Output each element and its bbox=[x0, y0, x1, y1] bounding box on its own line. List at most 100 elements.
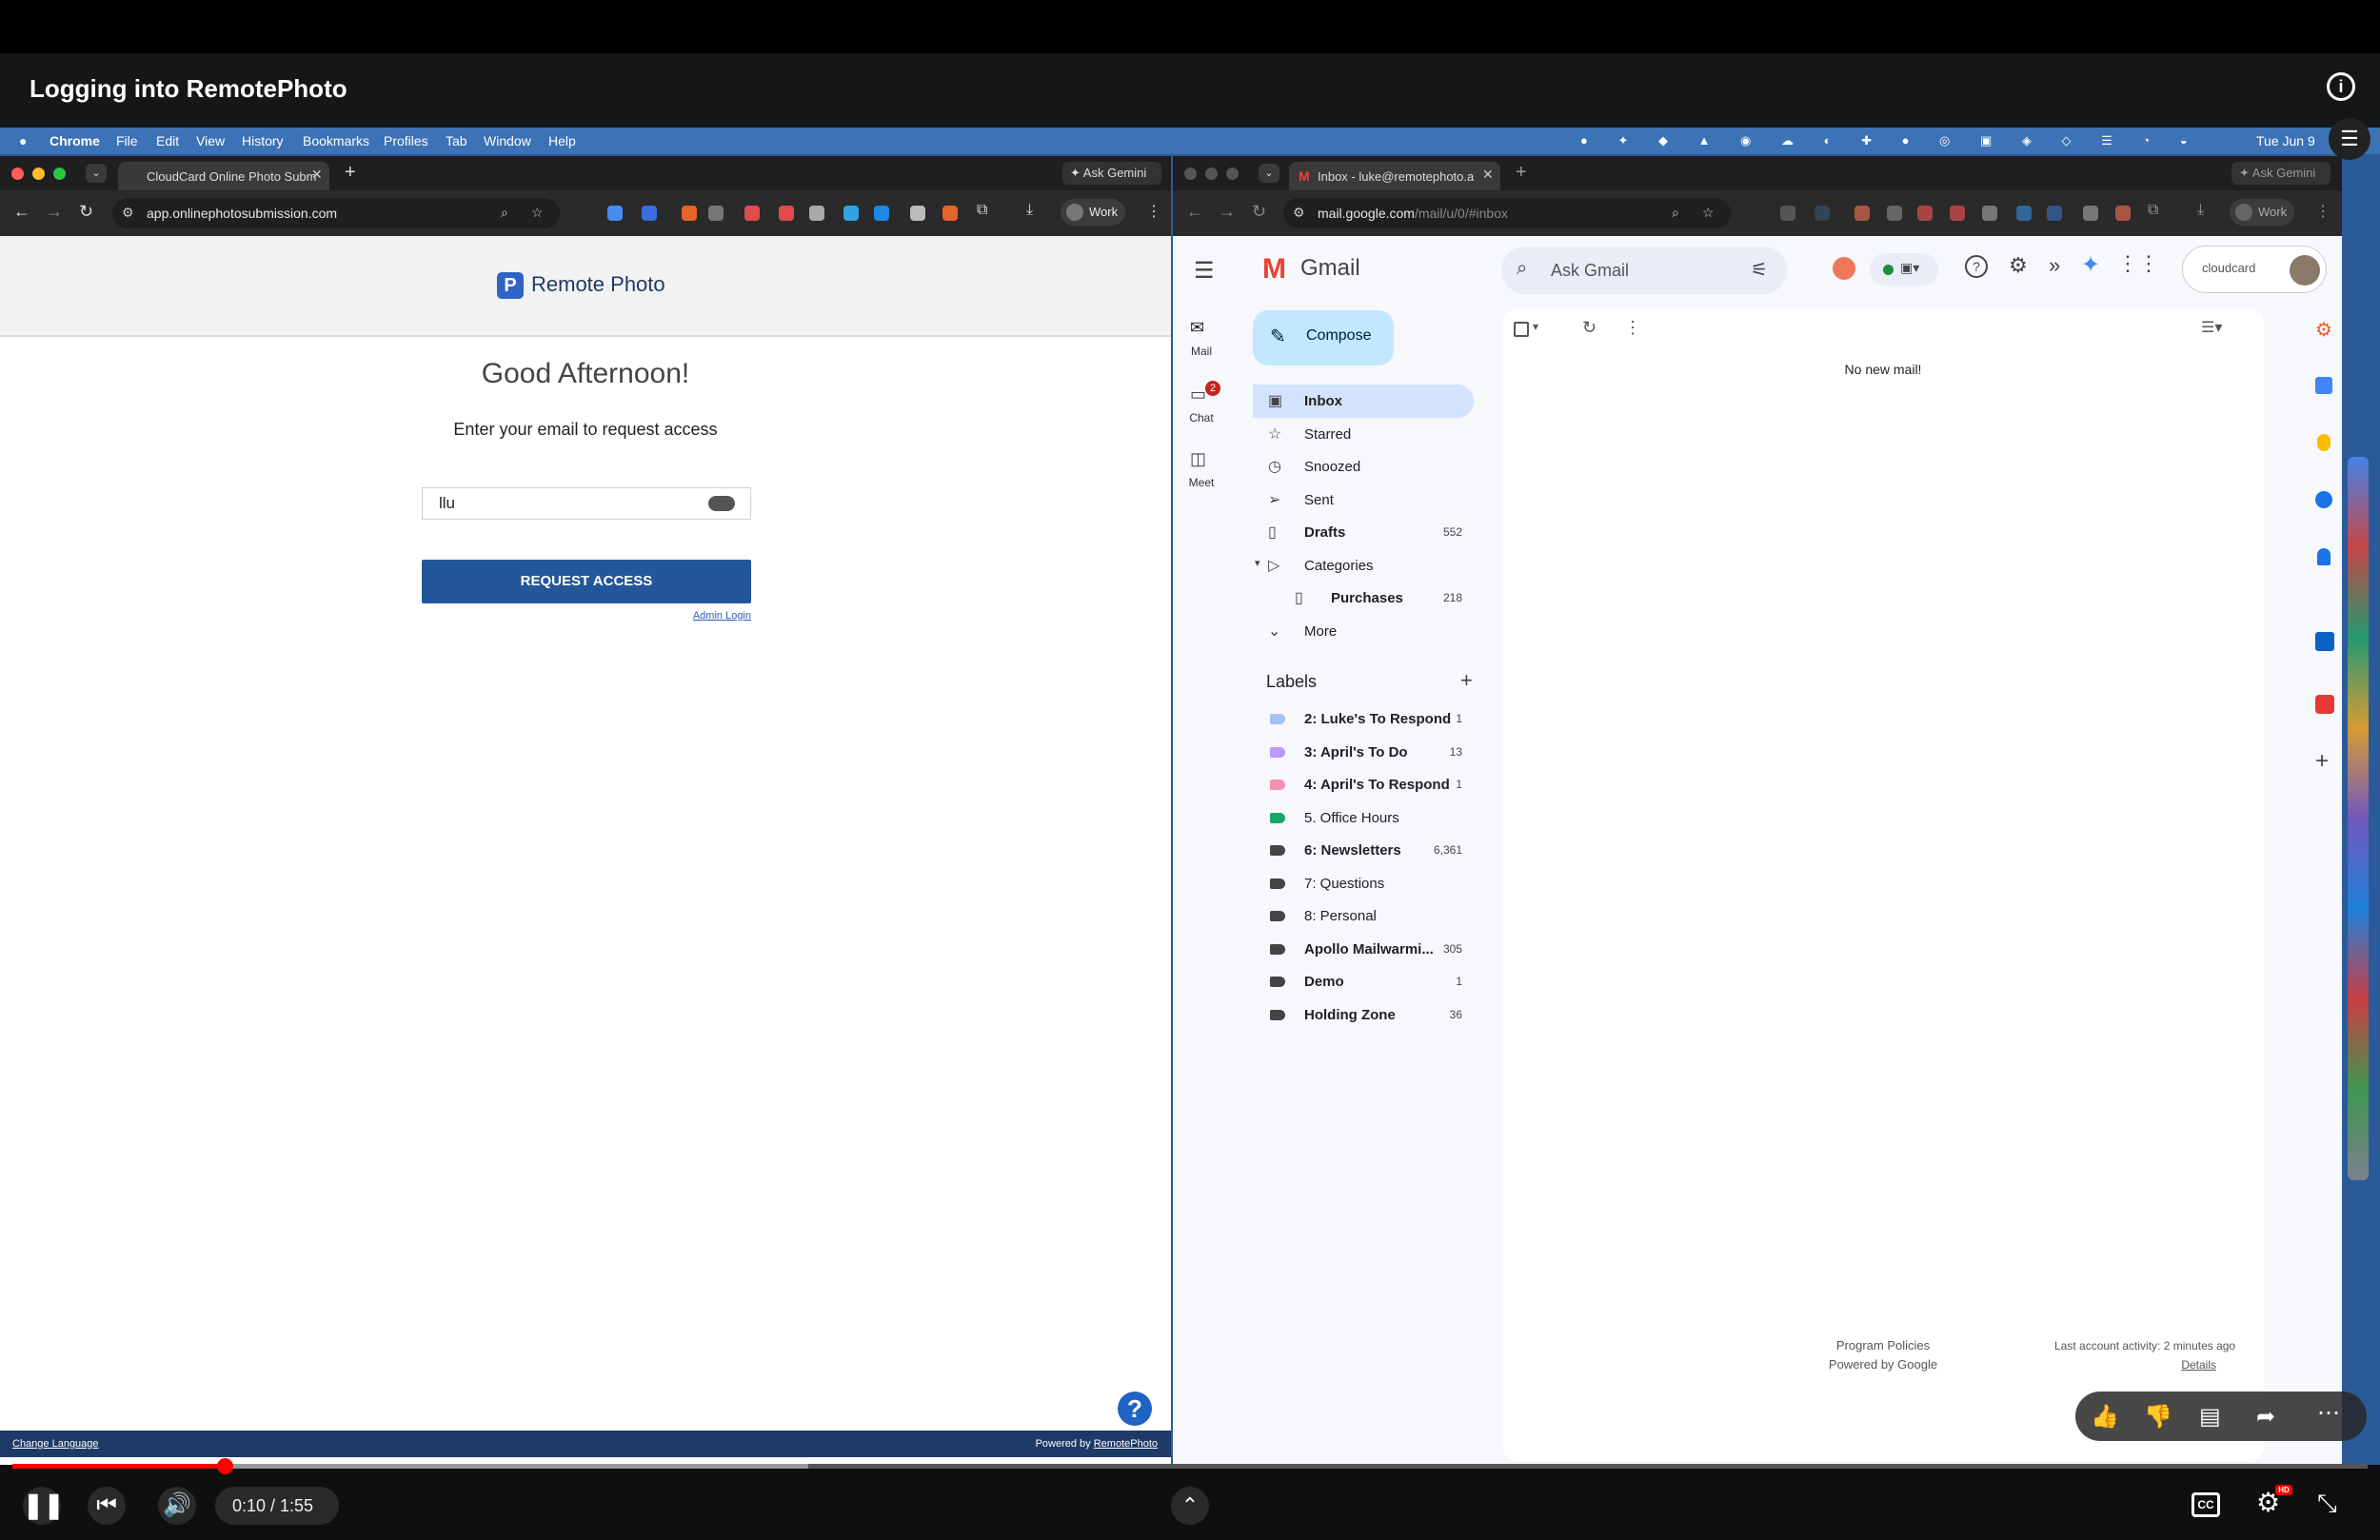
gemini-icon[interactable]: ✦ bbox=[2081, 251, 2100, 279]
nav-item-snoozed[interactable]: ◷ Snoozed bbox=[1253, 450, 1474, 484]
scrubber-handle[interactable] bbox=[217, 1458, 233, 1474]
right-chrome-menu-icon[interactable]: ⋮ bbox=[2315, 202, 2330, 221]
rail-chat-icon[interactable]: ▭ bbox=[1190, 385, 1206, 405]
download-icon[interactable]: ⤓ bbox=[1026, 202, 1033, 219]
right-ask-gemini-button[interactable]: ✦ Ask Gemini bbox=[2231, 162, 2330, 185]
extensions-puzzle-icon[interactable]: ⧉ bbox=[977, 202, 987, 219]
reload-icon[interactable]: ↻ bbox=[79, 202, 93, 222]
nav-item-purchases[interactable]: ▯ Purchases 218 bbox=[1253, 582, 1474, 615]
contacts-icon[interactable] bbox=[2317, 548, 2330, 565]
right-extension-icon-3[interactable] bbox=[1854, 206, 1870, 221]
trello-icon[interactable] bbox=[2315, 632, 2334, 651]
menu-help[interactable]: Help bbox=[548, 133, 576, 148]
powered-by-link[interactable]: RemotePhoto bbox=[1094, 1438, 1158, 1450]
ask-gemini-button[interactable]: ✦ Ask Gemini bbox=[1062, 162, 1161, 185]
extension-icon-3[interactable] bbox=[682, 206, 697, 221]
more-options-icon[interactable]: ⋯ bbox=[2317, 1399, 2340, 1427]
hubspot-icon[interactable]: ⚙ bbox=[2315, 318, 2334, 341]
label-item[interactable]: 7: Questions bbox=[1253, 867, 1474, 900]
email-input[interactable]: llu bbox=[422, 487, 751, 520]
like-icon[interactable]: 👍 bbox=[2091, 1403, 2119, 1431]
extension-icon-9[interactable] bbox=[874, 206, 889, 221]
right-extensions-puzzle-icon[interactable]: ⧉ bbox=[2148, 202, 2158, 219]
search-options-icon[interactable]: ⚟ bbox=[1751, 258, 1768, 282]
account-avatar[interactable] bbox=[2290, 255, 2320, 286]
right-extension-icon-9[interactable] bbox=[2047, 206, 2062, 221]
right-address-bar[interactable]: ⚙ mail.google.com/mail/u/0/#inbox ⌕ ☆ bbox=[1283, 198, 1731, 228]
right-close-tab-icon[interactable]: ✕ bbox=[1482, 167, 1494, 183]
right-site-info-icon[interactable]: ⚙ bbox=[1293, 205, 1305, 221]
right-extension-icon-6[interactable] bbox=[1950, 206, 1965, 221]
site-info-icon[interactable]: ⚙ bbox=[122, 205, 134, 221]
left-address-bar[interactable]: ⚙ app.onlinephotosubmission.com ☆ ⌕ bbox=[112, 198, 560, 228]
right-download-icon[interactable]: ⤓ bbox=[2197, 202, 2204, 219]
label-item[interactable]: Demo 1 bbox=[1253, 965, 1474, 998]
pause-icon[interactable]: ❚❚ bbox=[23, 1487, 65, 1525]
select-all-checkbox[interactable] bbox=[1514, 322, 1529, 337]
compose-button[interactable]: ✎ Compose bbox=[1253, 310, 1394, 365]
zoom-icon[interactable]: ⌕ bbox=[501, 205, 508, 221]
zoom-window-button[interactable] bbox=[53, 168, 66, 180]
menu-view[interactable]: View bbox=[196, 133, 225, 148]
close-tab-icon[interactable]: ✕ bbox=[311, 167, 323, 183]
search-icon[interactable]: ⌕ bbox=[1517, 258, 1527, 280]
label-item[interactable]: 5. Office Hours bbox=[1253, 801, 1474, 835]
captions-icon[interactable]: CC bbox=[2192, 1492, 2220, 1517]
gmail-search-bar[interactable]: ⌕ Ask Gmail ⚟ bbox=[1501, 247, 1787, 294]
right-zoom-icon[interactable]: ⌕ bbox=[1672, 205, 1679, 221]
categories-expand-icon[interactable]: ▾ bbox=[1255, 557, 1260, 569]
extension-icon-5[interactable] bbox=[744, 206, 760, 221]
playlist-icon[interactable]: ☰ bbox=[2329, 118, 2370, 160]
menu-edit[interactable]: Edit bbox=[156, 133, 179, 148]
refresh-icon[interactable]: ↻ bbox=[1582, 318, 1597, 338]
comments-icon[interactable]: ▤ bbox=[2199, 1403, 2221, 1431]
label-item[interactable]: 8: Personal bbox=[1253, 899, 1474, 933]
right-tab-search-icon[interactable]: ⌄ bbox=[1259, 164, 1279, 183]
minimize-window-button[interactable] bbox=[32, 168, 45, 180]
info-icon[interactable]: i bbox=[2327, 72, 2355, 101]
density-toggle-icon[interactable]: ☰▾ bbox=[2201, 318, 2222, 337]
get-addons-icon[interactable]: + bbox=[2315, 748, 2329, 775]
extension-icon-1[interactable] bbox=[607, 206, 623, 221]
dislike-icon[interactable]: 👎 bbox=[2144, 1403, 2172, 1431]
right-profile-chip[interactable]: Work bbox=[2230, 199, 2294, 226]
right-reload-icon[interactable]: ↻ bbox=[1252, 202, 1266, 222]
right-extension-icon-5[interactable] bbox=[1917, 206, 1933, 221]
right-forward-icon[interactable]: → bbox=[1219, 202, 1236, 222]
account-chip[interactable]: cloudcard bbox=[2182, 246, 2327, 293]
more-actions-icon[interactable]: ⋮ bbox=[1624, 318, 1641, 338]
calendar-icon[interactable] bbox=[2315, 377, 2332, 394]
menu-history[interactable]: History bbox=[242, 133, 284, 148]
extension-arrows-icon[interactable]: » bbox=[2049, 253, 2060, 278]
nav-item-starred[interactable]: ☆ Starred bbox=[1253, 418, 1474, 451]
addon-red-icon[interactable] bbox=[2315, 695, 2334, 714]
new-tab-icon[interactable]: + bbox=[345, 162, 356, 184]
rail-meet-icon[interactable]: ◫ bbox=[1190, 449, 1206, 469]
bookmark-star-icon[interactable]: ☆ bbox=[531, 205, 544, 221]
menu-bookmarks[interactable]: Bookmarks bbox=[303, 133, 369, 148]
apps-grid-icon[interactable]: ⋮⋮ bbox=[2117, 251, 2159, 276]
rail-mail-icon[interactable]: ✉ bbox=[1190, 318, 1204, 338]
right-extension-icon-10[interactable] bbox=[2083, 206, 2098, 221]
help-icon[interactable]: ? bbox=[1118, 1392, 1152, 1426]
extension-icon-4[interactable] bbox=[708, 206, 724, 221]
close-window-button-inactive[interactable] bbox=[1184, 168, 1197, 180]
profile-chip[interactable]: Work bbox=[1061, 199, 1125, 226]
main-menu-icon[interactable]: ☰ bbox=[1194, 257, 1215, 285]
nav-item-sent[interactable]: ➢ Sent bbox=[1253, 484, 1474, 517]
share-icon[interactable]: ➦ bbox=[2256, 1403, 2275, 1431]
right-active-tab[interactable]: M Inbox - luke@remotephoto.a bbox=[1289, 162, 1500, 190]
support-icon[interactable]: ? bbox=[1965, 255, 1988, 278]
previous-icon[interactable]: ⏮ bbox=[88, 1487, 126, 1525]
left-active-tab[interactable]: CloudCard Online Photo Subm bbox=[118, 162, 329, 190]
forward-icon[interactable]: → bbox=[46, 202, 63, 222]
tab-search-icon[interactable]: ⌄ bbox=[86, 164, 107, 183]
gmail-logo-icon[interactable]: M bbox=[1262, 253, 1286, 286]
keep-icon[interactable] bbox=[2317, 434, 2330, 451]
right-extension-icon-4[interactable] bbox=[1887, 206, 1902, 221]
activity-details-link[interactable]: Details bbox=[2054, 1355, 2254, 1374]
right-extension-icon-1[interactable] bbox=[1780, 206, 1795, 221]
right-extension-icon-7[interactable] bbox=[1982, 206, 1997, 221]
right-back-icon[interactable]: ← bbox=[1186, 202, 1203, 222]
dock-app-icons[interactable] bbox=[2348, 457, 2369, 1180]
